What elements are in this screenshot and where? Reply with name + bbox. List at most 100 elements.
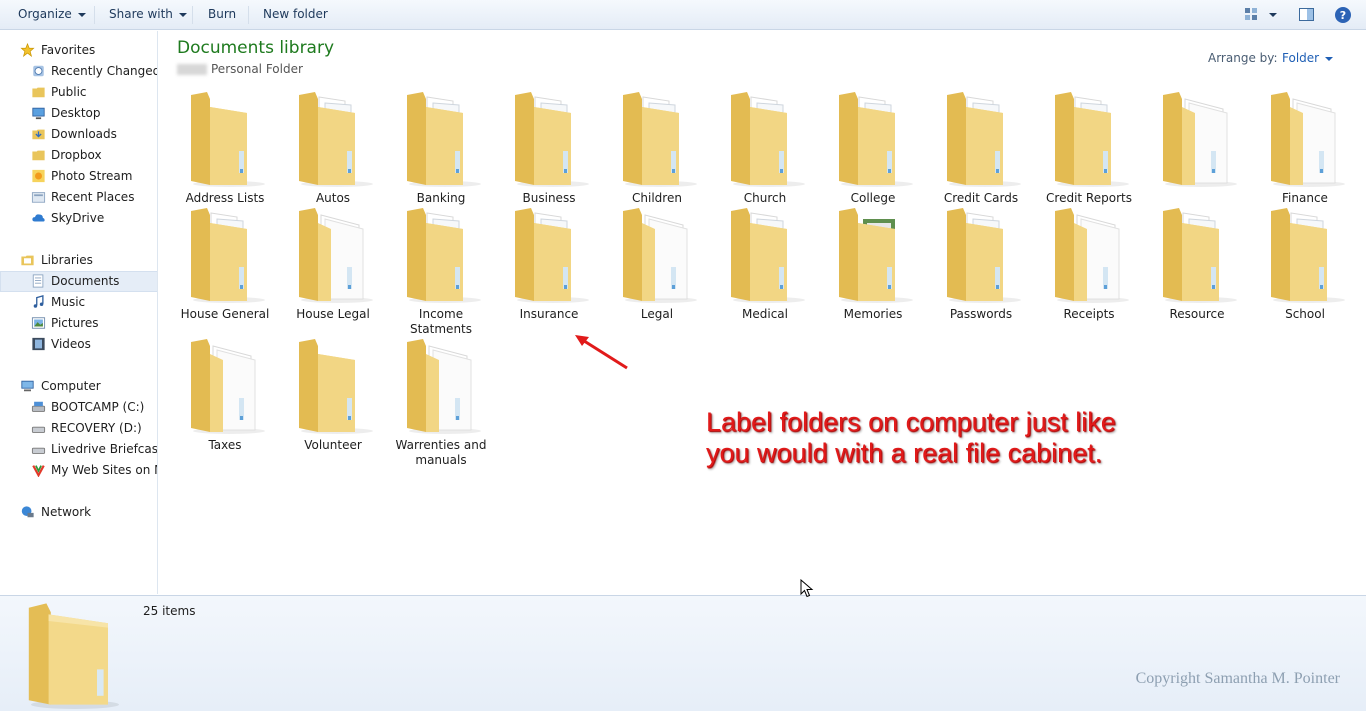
folder-item[interactable]: Memories <box>819 207 927 322</box>
nav-livedrive[interactable]: Livedrive Briefcase (I <box>0 439 157 460</box>
folder-icon <box>191 339 265 434</box>
folder-item[interactable]: Income Statments <box>387 207 495 337</box>
nav-pictures[interactable]: Pictures <box>0 313 157 334</box>
folder-item[interactable]: Legal <box>603 207 711 322</box>
folder-label: Children <box>632 191 682 205</box>
nav-recent-places[interactable]: Recent Places <box>0 187 157 208</box>
command-bar: Organize Share with Burn New folder ? <box>0 0 1366 30</box>
nav-label: Favorites <box>41 43 96 57</box>
new-folder-button[interactable]: New folder <box>263 7 328 23</box>
file-list-pane: Documents library Personal Folder Arrang… <box>159 31 1366 594</box>
nav-recently-changed[interactable]: Recently Changed <box>0 61 158 82</box>
folder-item[interactable]: Taxes <box>171 338 279 453</box>
organize-button[interactable]: Organize <box>18 7 86 23</box>
toolbar-divider <box>248 6 249 24</box>
folder-icon <box>731 92 805 187</box>
folder-item[interactable]: House Legal <box>279 207 387 322</box>
folder-icon <box>407 92 481 187</box>
item-count: 25 items <box>143 604 196 618</box>
folder-item[interactable]: Passwords <box>927 207 1035 322</box>
nav-label: BOOTCAMP (C:) <box>51 400 145 414</box>
folder-item[interactable]: Resource <box>1143 207 1251 322</box>
nav-label: RECOVERY (D:) <box>51 421 142 435</box>
nav-music[interactable]: Music <box>0 292 157 313</box>
folder-item[interactable]: College <box>819 91 927 206</box>
preview-pane-button[interactable] <box>1298 6 1316 27</box>
folder-label: Credit Reports <box>1046 191 1132 205</box>
nav-dropbox[interactable]: Dropbox <box>0 145 157 166</box>
folder-item[interactable]: Volunteer <box>279 338 387 453</box>
burn-button[interactable]: Burn <box>208 7 236 23</box>
nav-videos[interactable]: Videos <box>0 334 157 355</box>
folder-item[interactable]: School <box>1251 207 1359 322</box>
folder-label: Insurance <box>519 307 579 321</box>
nav-label: Downloads <box>51 127 117 141</box>
share-with-button[interactable]: Share with <box>109 7 187 23</box>
nav-downloads[interactable]: Downloads <box>0 124 157 145</box>
nav-libraries[interactable]: Libraries <box>0 250 157 271</box>
folder-item[interactable]: Insurance <box>495 207 603 322</box>
folder-icon <box>299 339 373 434</box>
chevron-down-icon <box>1325 56 1334 61</box>
arrange-by-dropdown[interactable]: Folder <box>1282 51 1334 65</box>
folder-item[interactable]: Credit Cards <box>927 91 1035 206</box>
chevron-down-icon <box>178 12 187 17</box>
folder-item[interactable]: Medical <box>711 207 819 322</box>
pictures-icon <box>31 317 46 329</box>
nav-public[interactable]: Public <box>0 82 157 103</box>
folder-label: School <box>1285 307 1325 321</box>
folder-label: Resource <box>1169 307 1225 321</box>
nav-computer[interactable]: Computer <box>0 376 157 397</box>
folder-label: Passwords <box>949 307 1013 321</box>
nav-websites[interactable]: My Web Sites on MS <box>0 460 157 481</box>
nav-bootcamp-drive[interactable]: BOOTCAMP (C:) <box>0 397 157 418</box>
folder-item[interactable]: House General <box>171 207 279 322</box>
nav-label: Recently Changed <box>51 64 158 78</box>
nav-label: Recent Places <box>51 190 135 204</box>
nav-photo-stream[interactable]: Photo Stream <box>0 166 157 187</box>
folder-label: House Legal <box>296 307 370 321</box>
folder-icon <box>1055 92 1129 187</box>
folder-icon <box>623 92 697 187</box>
help-button[interactable]: ? <box>1334 6 1352 27</box>
change-view-button[interactable] <box>1244 6 1280 27</box>
folder-icon <box>623 208 697 303</box>
folder-icon <box>407 208 481 303</box>
organize-label: Organize <box>18 7 72 21</box>
folder-item[interactable]: Credit Reports <box>1035 91 1143 206</box>
nav-skydrive[interactable]: SkyDrive <box>0 208 157 229</box>
folder-item[interactable]: Receipts <box>1035 207 1143 322</box>
folder-label: Credit Cards <box>943 191 1019 205</box>
folder-icon <box>28 603 119 709</box>
websites-icon <box>32 465 45 477</box>
music-icon <box>33 295 44 308</box>
folder-label: Receipts <box>1063 307 1115 321</box>
nav-recovery-drive[interactable]: RECOVERY (D:) <box>0 418 157 439</box>
folder-icon <box>947 208 1021 303</box>
folder-item[interactable]: Warrenties and manuals <box>387 338 495 468</box>
folder-item[interactable]: Finance <box>1251 91 1359 206</box>
folder-item[interactable]: Business <box>495 91 603 206</box>
nav-documents[interactable]: Documents <box>0 271 157 292</box>
folder-item[interactable] <box>1143 91 1251 191</box>
nav-network[interactable]: Network <box>0 502 157 523</box>
nav-favorites[interactable]: Favorites <box>0 40 157 61</box>
nav-label: Network <box>41 505 92 519</box>
folder-label: House General <box>180 307 270 321</box>
recent-places-icon <box>31 192 46 203</box>
drive-icon <box>31 447 46 454</box>
folder-icon <box>32 150 45 161</box>
documents-icon <box>32 274 44 288</box>
desktop-icon <box>32 107 45 120</box>
folder-item[interactable]: Church <box>711 91 819 206</box>
folder-item[interactable]: Banking <box>387 91 495 206</box>
folder-item[interactable]: Children <box>603 91 711 206</box>
folder-item[interactable]: Address Lists <box>171 91 279 206</box>
folder-label: Warrenties and manuals <box>395 438 487 467</box>
details-pane: 25 items Copyright Samantha M. Pointer <box>0 595 1366 711</box>
network-icon <box>21 506 34 518</box>
folder-item[interactable]: Autos <box>279 91 387 206</box>
nav-desktop[interactable]: Desktop <box>0 103 157 124</box>
nav-label: Libraries <box>41 253 93 267</box>
nav-label: Photo Stream <box>51 169 133 183</box>
